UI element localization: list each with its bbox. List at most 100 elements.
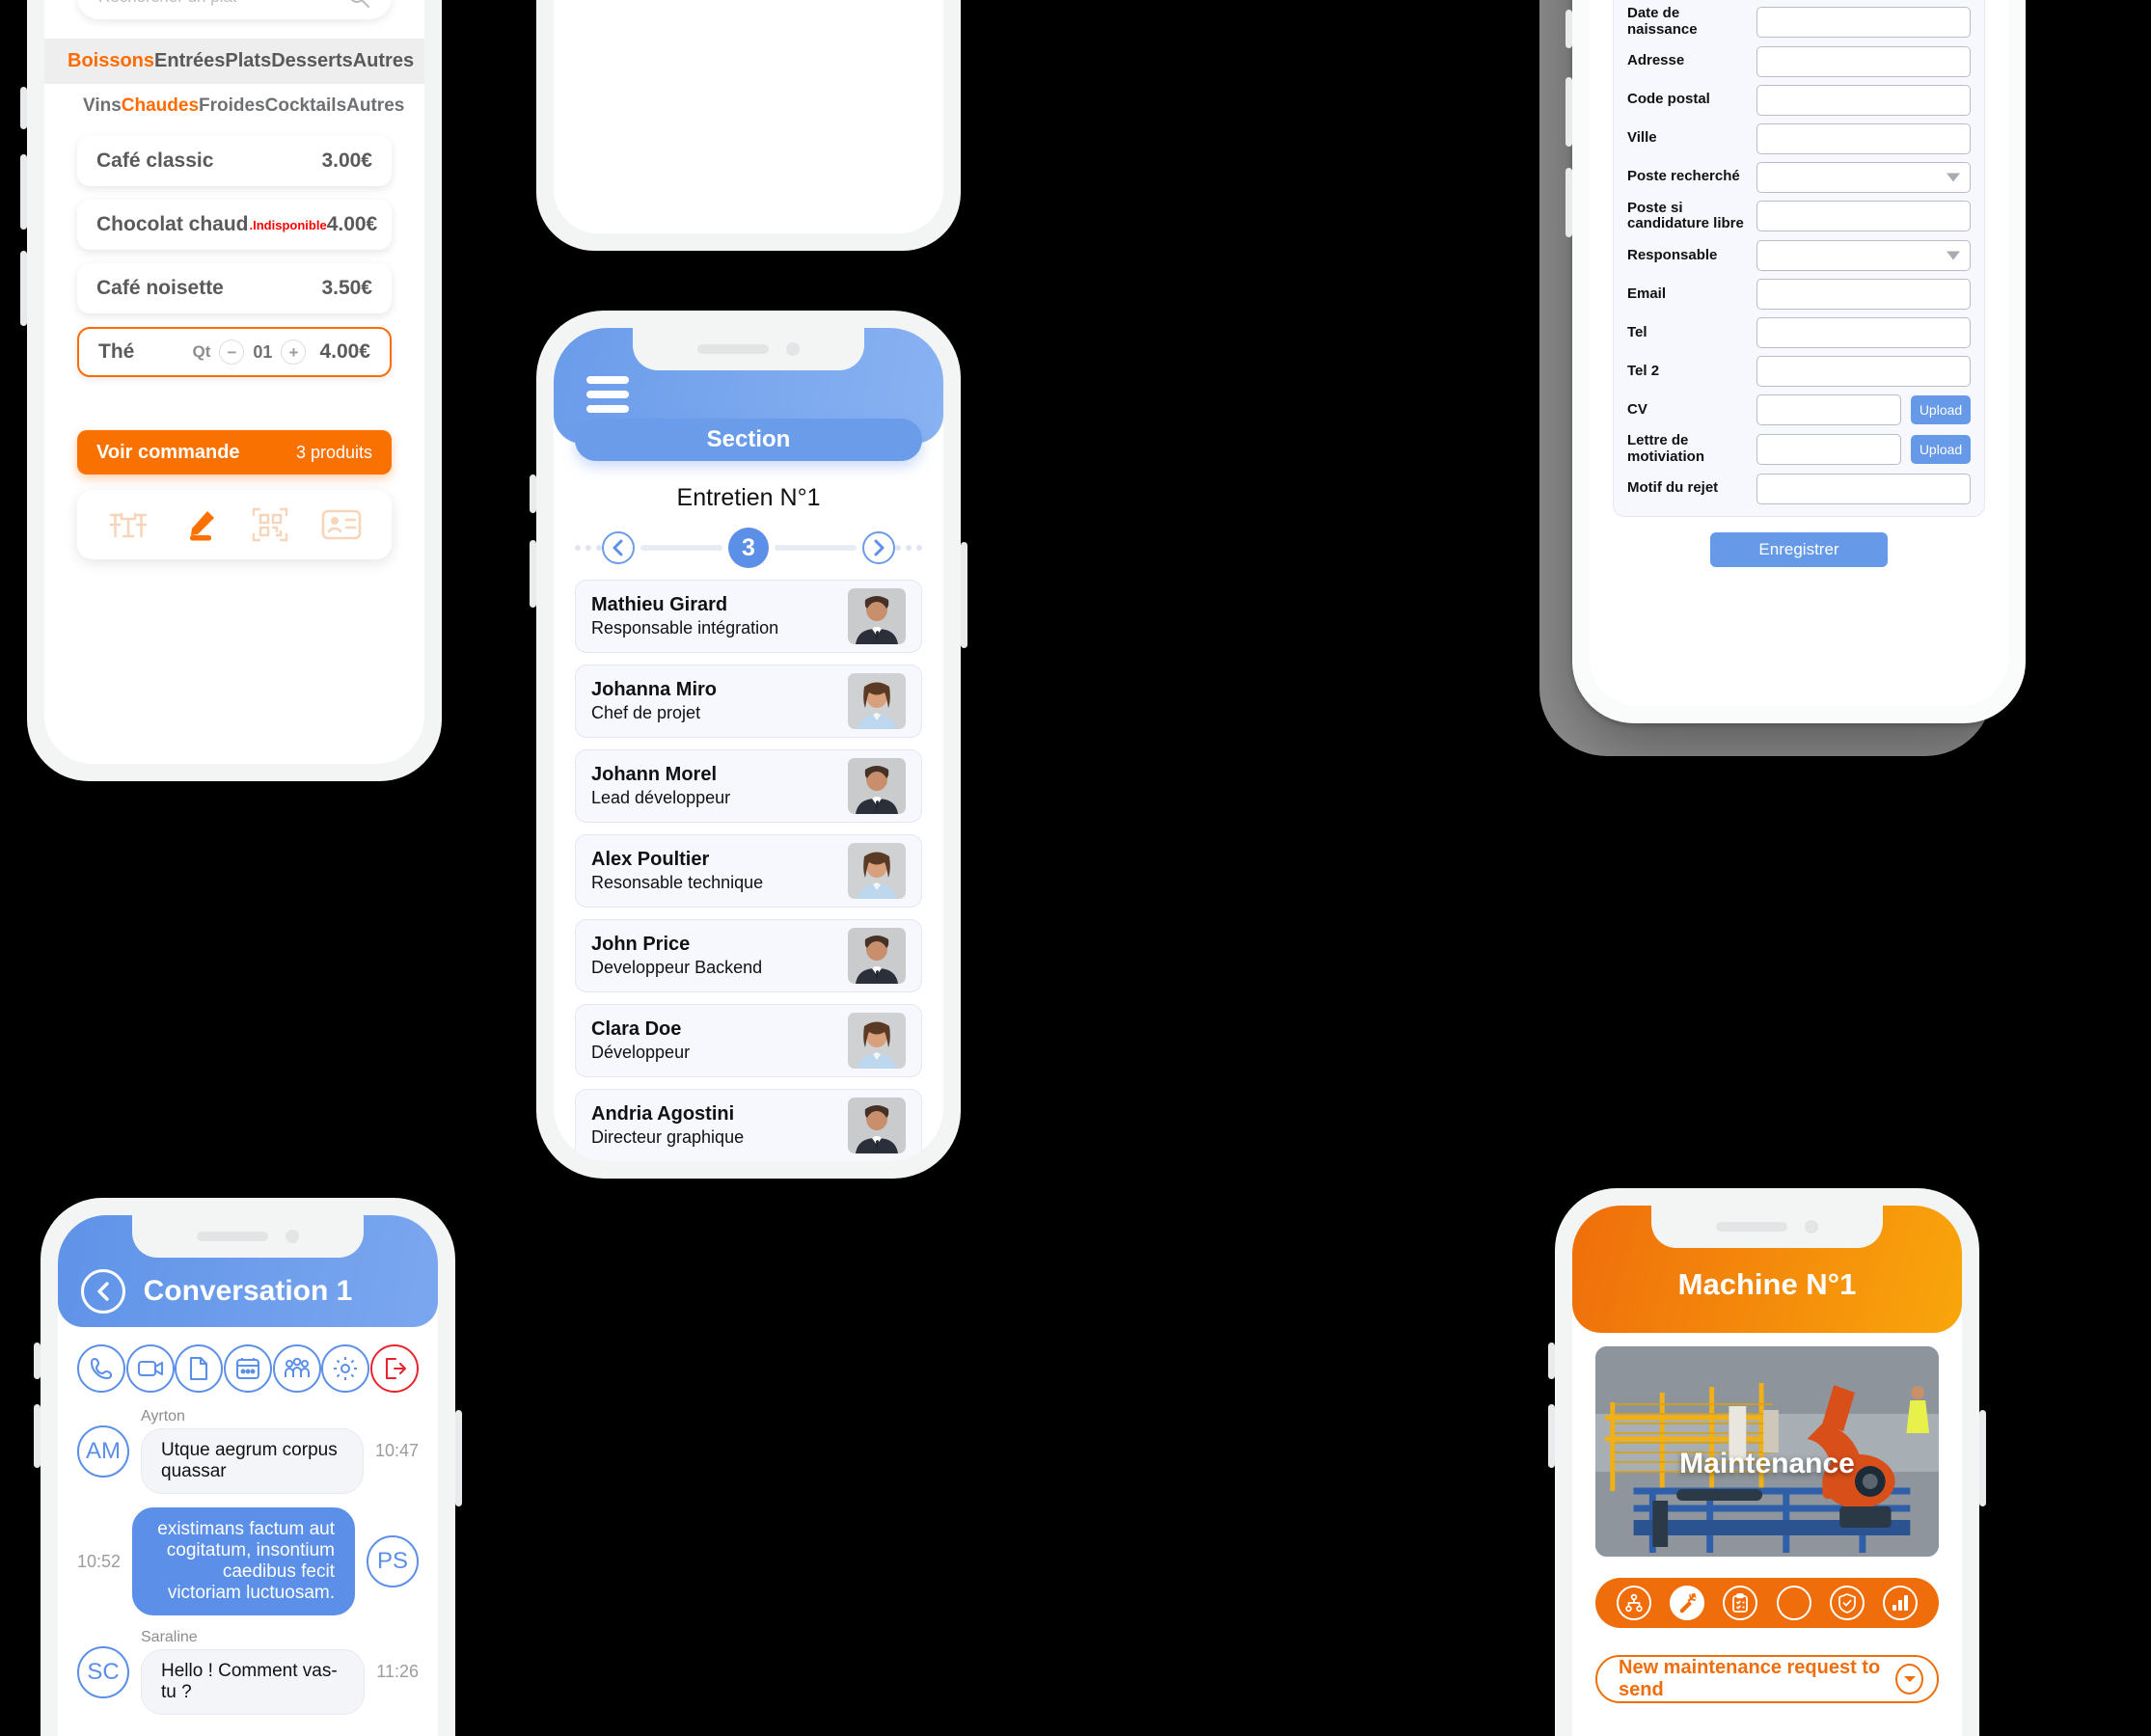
pencil-edit-icon[interactable] <box>181 505 220 544</box>
phone-side-button <box>34 1343 41 1379</box>
subtab-autres[interactable]: Autres <box>346 95 404 117</box>
view-order-button[interactable]: Voir commande 3 produits <box>77 430 392 475</box>
next-step-button[interactable] <box>862 531 895 564</box>
shield-check-icon[interactable] <box>1829 1586 1865 1620</box>
leading-dots <box>575 545 602 551</box>
message-row: SC Saraline Hello ! Comment vas-tu ? 11:… <box>77 1629 419 1715</box>
wrench-tool-icon[interactable] <box>1669 1586 1704 1620</box>
phone-form-screen: Formulaire 15/09/2021 15h30 - John Doe D… <box>1566 0 2026 723</box>
person-name: Clara Doe <box>591 1018 682 1040</box>
menu-item-selected[interactable]: Thé Qt − 01 + 4.00€ <box>77 327 392 377</box>
tel2-field[interactable] <box>1756 356 1971 388</box>
step-navigator: 3 <box>575 528 922 568</box>
section-title-pill[interactable]: Section <box>575 419 922 461</box>
phone-notch <box>132 1215 364 1258</box>
tab-desserts[interactable]: Desserts <box>271 50 353 72</box>
poste-recherche-select[interactable] <box>1756 161 1971 193</box>
quantity-label: Qt <box>192 342 211 361</box>
field-label: Poste recherché <box>1627 168 1740 185</box>
list-item[interactable]: Andria Agostini Directeur graphique <box>575 1089 922 1161</box>
list-item[interactable]: Mathieu Girard Responsable intégration <box>575 580 922 653</box>
org-chart-icon[interactable] <box>1616 1586 1651 1620</box>
lettre-motivation-field[interactable] <box>1756 433 1901 465</box>
code-postal-field[interactable] <box>1756 84 1971 116</box>
save-button[interactable]: Enregistrer <box>1710 531 1888 567</box>
cv-upload-button[interactable]: Upload <box>1911 395 1971 425</box>
blank-circle-icon[interactable] <box>1776 1586 1811 1620</box>
phone-power-button <box>455 1410 462 1506</box>
phone-side-button <box>530 475 536 513</box>
motif-rejet-field[interactable] <box>1756 473 1971 504</box>
phone-notch <box>1651 1206 1883 1248</box>
status-badge: .Indisponible <box>249 217 327 232</box>
list-item[interactable]: Clara Doe Développeur <box>575 1004 922 1077</box>
phone-volume-up-button <box>1566 77 1572 147</box>
video-camera-icon[interactable] <box>125 1344 175 1393</box>
ville-field[interactable] <box>1756 122 1971 154</box>
sub-tabs[interactable]: Vins Chaudes Froides Cocktails Autres <box>77 84 404 122</box>
phone-volume-down-button <box>1566 168 1572 237</box>
list-item[interactable]: Johann Morel Lead développeur <box>575 749 922 823</box>
form-row-tel: Tel <box>1627 317 1971 349</box>
form-row-ville: Ville <box>1627 122 1971 154</box>
message-text: existimans factum aut cogitatum, insonti… <box>132 1507 355 1615</box>
phone-side-button <box>20 87 27 129</box>
menu-item-price: 4.00€ <box>319 340 370 363</box>
category-tabs[interactable]: Boissons Entrées Plats Desserts Autres <box>44 39 424 84</box>
subtab-cocktails[interactable]: Cocktails <box>265 95 346 117</box>
cv-field[interactable] <box>1756 394 1901 426</box>
field-label: Lettre de motiviation <box>1627 432 1705 465</box>
gear-icon[interactable] <box>321 1344 370 1393</box>
tab-autres[interactable]: Autres <box>353 50 414 72</box>
speaker-grille <box>197 1232 268 1241</box>
table-chairs-icon[interactable] <box>106 505 150 544</box>
prev-step-button[interactable] <box>602 531 635 564</box>
field-label: Code postal <box>1627 91 1710 108</box>
plus-icon[interactable]: + <box>281 339 307 365</box>
tel-field[interactable] <box>1756 317 1971 349</box>
list-item[interactable]: Johanna Miro Chef de projet <box>575 665 922 738</box>
menu-item[interactable]: Café noisette 3.50€ <box>77 263 392 313</box>
bar-chart-icon[interactable] <box>1883 1586 1919 1620</box>
minus-icon[interactable]: − <box>219 339 245 365</box>
calendar-icon[interactable] <box>223 1344 272 1393</box>
email-field[interactable] <box>1756 279 1971 311</box>
step-track-right <box>775 545 857 551</box>
clipboard-check-icon[interactable] <box>1723 1586 1758 1620</box>
phone-notch <box>633 328 864 370</box>
person-name: Andria Agostini <box>591 1103 735 1125</box>
subtab-chaudes[interactable]: Chaudes <box>122 95 199 117</box>
adresse-field[interactable] <box>1756 45 1971 77</box>
chevron-down-icon <box>1895 1664 1923 1695</box>
maintenance-request-select[interactable]: New maintenance request to send <box>1595 1655 1939 1703</box>
logout-icon[interactable] <box>369 1344 419 1393</box>
form-row-adresse: Adresse <box>1627 45 1971 77</box>
date-naissance-field[interactable] <box>1756 6 1971 38</box>
qr-code-icon[interactable] <box>251 505 289 544</box>
avatar: SC <box>77 1645 129 1698</box>
chevron-down-icon <box>1947 251 1960 260</box>
phone-volume-up-button <box>34 1404 41 1468</box>
menu-item[interactable]: Chocolat chaud .Indisponible 4.00€ <box>77 200 392 250</box>
field-label: Motif du rejet <box>1627 479 1719 497</box>
search-input[interactable]: Rechercher un plat <box>77 0 392 19</box>
hamburger-menu-icon[interactable] <box>586 376 629 413</box>
tab-entrees[interactable]: Entrées <box>154 50 225 72</box>
group-people-icon[interactable] <box>272 1344 321 1393</box>
list-item[interactable]: John Price Developpeur Backend <box>575 919 922 992</box>
id-card-icon[interactable] <box>320 507 363 542</box>
menu-item[interactable]: Café classic 3.00€ <box>77 136 392 186</box>
poste-candidature-libre-field[interactable] <box>1756 201 1971 232</box>
subtab-vins[interactable]: Vins <box>83 95 122 117</box>
tab-plats[interactable]: Plats <box>225 50 271 72</box>
chevron-down-icon <box>1947 173 1960 182</box>
phone-icon[interactable] <box>77 1344 125 1393</box>
lettre-upload-button[interactable]: Upload <box>1911 434 1971 464</box>
quantity-stepper[interactable]: Qt − 01 + <box>193 339 307 365</box>
responsable-select[interactable] <box>1756 240 1971 272</box>
phone-power-button <box>1979 1410 1986 1506</box>
list-item[interactable]: Alex Poultier Resonsable technique <box>575 834 922 908</box>
document-icon[interactable] <box>175 1344 224 1393</box>
subtab-froides[interactable]: Froides <box>199 95 265 117</box>
tab-boissons[interactable]: Boissons <box>68 50 154 72</box>
